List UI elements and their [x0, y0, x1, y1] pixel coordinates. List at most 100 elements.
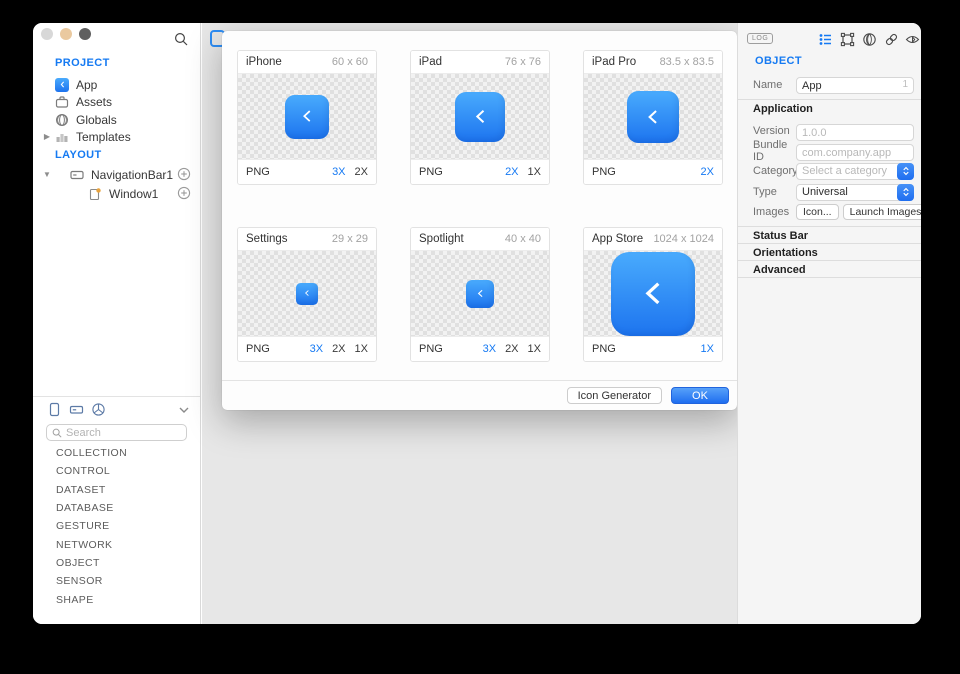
card-title: Spotlight: [419, 233, 464, 245]
scale-option[interactable]: 3X: [332, 166, 345, 178]
status-bar-section-header[interactable]: Status Bar: [738, 226, 921, 243]
scale-option[interactable]: 2X: [355, 166, 368, 178]
inspector-section-title: OBJECT: [755, 55, 802, 67]
card-title: iPhone: [246, 56, 282, 68]
scale-option[interactable]: 1X: [528, 166, 541, 178]
library-category[interactable]: DATASET: [56, 484, 106, 496]
design-canvas[interactable]: iPhone60 x 60 PNG 3X2X iPad76 x 76: [202, 23, 737, 624]
format-label: PNG: [246, 166, 270, 178]
app-icon-preview: [627, 91, 679, 143]
sidebar-item-globals[interactable]: Globals: [33, 111, 200, 128]
search-icon[interactable]: [174, 32, 188, 46]
orientations-section-header[interactable]: Orientations: [738, 243, 921, 260]
library-category[interactable]: SHAPE: [56, 594, 94, 606]
sidebar-item-navigationbar1[interactable]: ▼ NavigationBar1: [33, 166, 200, 183]
app-icons-dialog: iPhone60 x 60 PNG 3X2X iPad76 x 76: [222, 31, 737, 410]
ok-button[interactable]: OK: [671, 387, 729, 404]
field-label: Version: [753, 125, 796, 137]
library-category[interactable]: DATABASE: [56, 502, 114, 514]
add-icon[interactable]: [177, 186, 191, 200]
category-select[interactable]: Select a category: [796, 163, 914, 180]
scale-option[interactable]: 2X: [505, 166, 518, 178]
card-size: 1024 x 1024: [653, 233, 714, 245]
library-category[interactable]: COLLECTION: [56, 447, 127, 459]
format-label: PNG: [246, 343, 270, 355]
sidebar-item-templates[interactable]: ▶ Templates: [33, 128, 200, 145]
launch-images-button[interactable]: Launch Images...: [843, 204, 921, 220]
dialog-footer: Icon Generator OK: [222, 380, 737, 410]
format-label: PNG: [419, 343, 443, 355]
minimize-button[interactable]: [60, 28, 72, 40]
scale-option[interactable]: 1X: [528, 343, 541, 355]
app-icon-preview: [296, 283, 318, 305]
stepper-icon: [897, 163, 914, 180]
library-category[interactable]: SENSOR: [56, 575, 103, 587]
type-row: Type Universal: [738, 183, 921, 201]
icon-images-button[interactable]: Icon...: [796, 204, 839, 220]
scale-option[interactable]: 1X: [701, 343, 714, 355]
card-size: 40 x 40: [505, 233, 541, 245]
icon-card-app-store: App Store1024 x 1024 PNG 1X: [583, 227, 723, 362]
version-input[interactable]: [796, 124, 914, 141]
advanced-section-header[interactable]: Advanced: [738, 260, 921, 278]
library-category[interactable]: OBJECT: [56, 557, 100, 569]
visibility-tab-icon[interactable]: [905, 32, 920, 47]
sidebar-item-label: Templates: [76, 130, 131, 144]
close-button[interactable]: [41, 28, 53, 40]
shape-tab-icon[interactable]: [91, 402, 106, 417]
transparency-preview: [238, 73, 376, 160]
library-category[interactable]: CONTROL: [56, 465, 110, 477]
inspector-toolbar: LOG: [738, 31, 921, 49]
type-select[interactable]: Universal: [796, 184, 914, 201]
zoom-button[interactable]: [79, 28, 91, 40]
sidebar-item-label: Globals: [76, 113, 117, 127]
layout-section-title: LAYOUT: [33, 149, 102, 161]
scale-option[interactable]: 3X: [483, 343, 496, 355]
project-section-title: PROJECT: [33, 57, 110, 69]
icon-card-settings: Settings29 x 29 PNG 3X2X1X: [237, 227, 377, 362]
attributes-tab-icon[interactable]: [818, 32, 833, 47]
app-icon-preview: [466, 280, 494, 308]
transparency-preview: [238, 250, 376, 337]
library-category[interactable]: NETWORK: [56, 539, 112, 551]
name-input[interactable]: [796, 77, 914, 94]
name-count-badge: 1: [902, 79, 908, 90]
disclosure-right-icon[interactable]: ▶: [42, 132, 52, 141]
scale-option[interactable]: 2X: [505, 343, 518, 355]
library-category[interactable]: GESTURE: [56, 520, 110, 532]
sidebar-item-label: Assets: [76, 95, 112, 109]
icon-card-ipad-pro: iPad Pro83.5 x 83.5 PNG 2X: [583, 50, 723, 185]
globals-icon: [55, 113, 69, 127]
category-row: Category Select a category: [738, 162, 921, 180]
application-section-header[interactable]: Application: [738, 99, 921, 116]
appearance-tab-icon[interactable]: [862, 32, 877, 47]
select-value: Universal: [802, 186, 848, 198]
icon-generator-button[interactable]: Icon Generator: [567, 387, 662, 404]
sidebar-item-label: App: [76, 78, 97, 92]
transparency-preview: [584, 250, 722, 337]
library-search-field[interactable]: [46, 424, 187, 441]
library-toolbar: [33, 399, 200, 421]
scale-option[interactable]: 2X: [332, 343, 345, 355]
link-tab-icon[interactable]: [884, 32, 899, 47]
icon-cards-grid: iPhone60 x 60 PNG 3X2X iPad76 x 76: [237, 50, 723, 362]
sidebar-item-app[interactable]: App: [33, 76, 200, 93]
chevron-down-icon[interactable]: [178, 404, 190, 416]
sidebar-item-label: Window1: [109, 187, 158, 201]
library-search-input[interactable]: [66, 427, 181, 439]
app-icon: [55, 78, 69, 92]
frame-tab-icon[interactable]: [840, 32, 855, 47]
control-tab-icon[interactable]: [69, 402, 84, 417]
add-icon[interactable]: [177, 167, 191, 181]
sidebar-item-window1[interactable]: Window1: [33, 185, 200, 202]
sidebar-item-assets[interactable]: Assets: [33, 93, 200, 110]
device-tab-icon[interactable]: [47, 402, 62, 417]
bundle-id-input[interactable]: [796, 144, 914, 161]
scale-option[interactable]: 1X: [355, 343, 368, 355]
log-badge[interactable]: LOG: [747, 33, 773, 44]
scale-option[interactable]: 2X: [701, 166, 714, 178]
scale-option[interactable]: 3X: [310, 343, 323, 355]
disclosure-down-icon[interactable]: ▼: [42, 170, 52, 179]
stepper-icon: [897, 184, 914, 201]
transparency-preview: [411, 73, 549, 160]
